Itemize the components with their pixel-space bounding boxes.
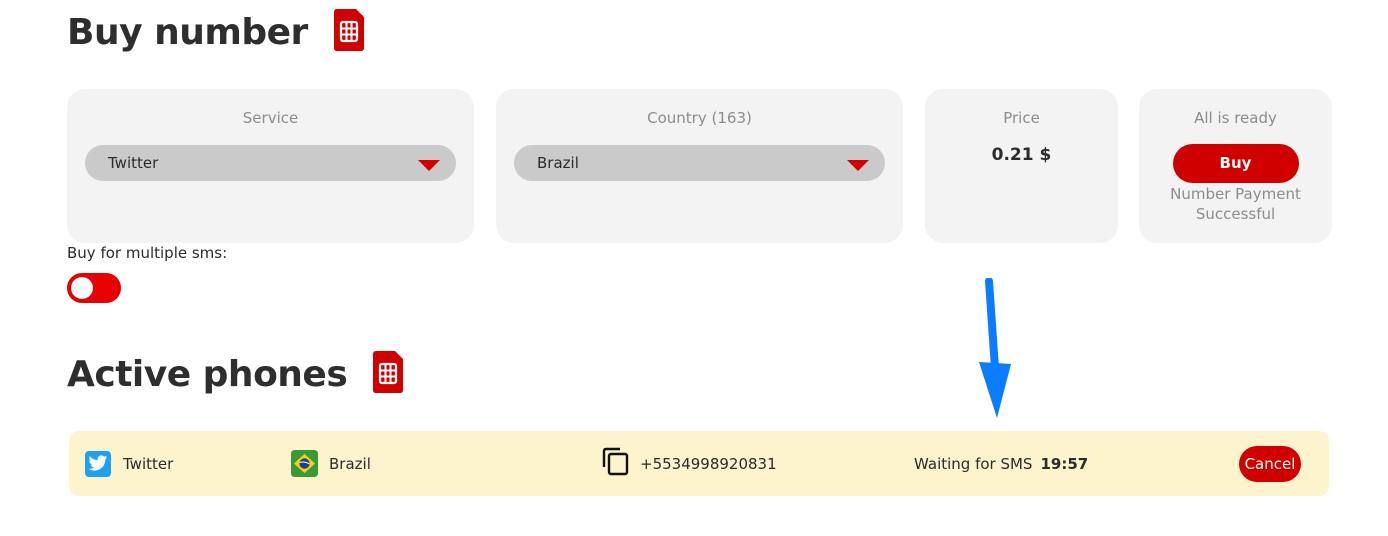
country-select[interactable]: Brazil — [514, 145, 885, 181]
caret-down-icon — [847, 159, 869, 171]
multiple-sms-toggle[interactable] — [67, 273, 121, 303]
country-label: Country (163) — [647, 109, 752, 127]
price-card: Price 0.21 $ — [925, 89, 1118, 243]
phone-number: +5534998920831 — [640, 454, 777, 473]
country-selected-value: Brazil — [537, 154, 579, 172]
payment-status: Number Payment Successful — [1170, 185, 1301, 223]
row-country-name: Brazil — [329, 454, 371, 473]
active-phone-row: Twitter Brazil +5534998920831 Waiting fo… — [69, 431, 1329, 496]
row-status: Waiting for SMS 19:57 — [914, 431, 1088, 496]
sim-card-icon — [371, 350, 405, 398]
country-card: Country (163) Brazil — [496, 89, 903, 243]
service-select[interactable]: Twitter — [85, 145, 456, 181]
row-country: Brazil — [291, 431, 371, 496]
section-title: Active phones — [67, 353, 348, 395]
price-value: 0.21 $ — [991, 145, 1052, 165]
sim-card-icon — [332, 8, 366, 56]
sms-status: Waiting for SMS — [914, 454, 1033, 473]
cancel-button[interactable]: Cancel — [1239, 446, 1301, 482]
active-phones-heading: Active phones — [67, 350, 405, 398]
toggle-knob — [71, 277, 93, 299]
buy-button[interactable]: Buy — [1172, 144, 1299, 183]
ready-card: All is ready Buy Number Payment Successf… — [1139, 89, 1332, 243]
ready-label: All is ready — [1194, 109, 1277, 127]
twitter-icon — [85, 450, 111, 477]
page-title: Buy number — [67, 11, 308, 53]
row-service: Twitter — [85, 431, 173, 496]
caret-down-icon — [418, 159, 440, 171]
multiple-sms-label: Buy for multiple sms: — [67, 244, 228, 262]
countdown-timer: 19:57 — [1040, 454, 1089, 473]
copy-icon[interactable] — [601, 447, 631, 481]
row-number: +5534998920831 — [601, 431, 777, 496]
arrow-down-icon — [975, 277, 1015, 424]
brazil-flag-icon — [291, 450, 318, 477]
service-selected-value: Twitter — [108, 154, 159, 172]
row-service-name: Twitter — [123, 454, 174, 473]
price-label: Price — [1003, 109, 1040, 127]
service-card: Service Twitter — [67, 89, 474, 243]
buy-number-heading: Buy number — [67, 8, 366, 56]
service-label: Service — [242, 109, 299, 127]
